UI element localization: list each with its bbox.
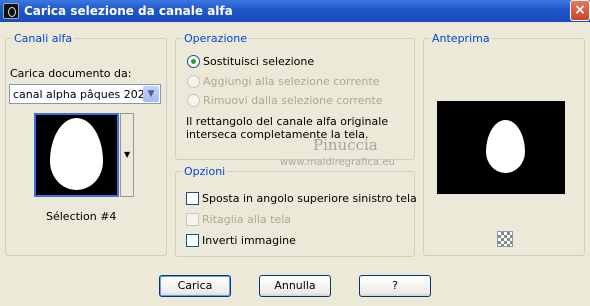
crop-to-canvas-checkbox[interactable] bbox=[186, 213, 199, 226]
load-document-label: Carica documento da: bbox=[10, 67, 132, 80]
move-top-left-label[interactable]: Sposta in angolo superiore sinistro tela bbox=[202, 192, 417, 205]
window-title: Carica selezione da canale alfa bbox=[24, 4, 233, 18]
remove-selection-radio[interactable] bbox=[187, 94, 200, 107]
options-label: Opzioni bbox=[182, 165, 228, 178]
channel-thumbnail[interactable] bbox=[34, 113, 119, 197]
caret-down-icon: ▼ bbox=[124, 150, 131, 159]
preview-canvas bbox=[437, 101, 565, 194]
move-top-left-checkbox[interactable] bbox=[186, 192, 199, 205]
add-selection-radio[interactable] bbox=[187, 75, 200, 88]
operation-label: Operazione bbox=[182, 32, 249, 45]
preview-label: Anteprima bbox=[430, 32, 492, 45]
egg-selection-shape bbox=[50, 118, 103, 190]
close-button[interactable]: × bbox=[570, 0, 590, 21]
watermark-name: Pinuccia bbox=[313, 136, 378, 154]
replace-selection-label[interactable]: Sostituisci selezione bbox=[203, 55, 314, 68]
info-text-line1: Il rettangolo del canale alfa originale bbox=[186, 115, 389, 128]
chevron-down-icon[interactable]: ▼ bbox=[143, 86, 159, 102]
selection-name: Sélection #4 bbox=[46, 210, 117, 223]
channel-dropdown-button[interactable]: ▼ bbox=[120, 113, 134, 197]
app-icon bbox=[3, 3, 19, 19]
document-select-value: canal alpha pâques 2021 bbox=[13, 88, 152, 101]
watermark-url: www.maidiregrafica.eu bbox=[280, 157, 395, 168]
remove-selection-label[interactable]: Rimuovi dalla selezione corrente bbox=[203, 94, 383, 107]
invert-image-label[interactable]: Inverti immagine bbox=[202, 234, 296, 247]
preview-egg-shape bbox=[486, 120, 525, 173]
title-bar: Carica selezione da canale alfa × bbox=[0, 0, 590, 22]
document-select[interactable]: canal alpha pâques 2021 ▼ bbox=[9, 84, 161, 104]
checkerboard-icon[interactable] bbox=[497, 231, 513, 247]
add-selection-label[interactable]: Aggiungi alla selezione corrente bbox=[203, 75, 379, 88]
load-button[interactable]: Carica bbox=[159, 275, 231, 297]
alpha-channels-label: Canali alfa bbox=[12, 32, 75, 45]
help-button[interactable]: ? bbox=[359, 275, 431, 297]
replace-selection-radio[interactable] bbox=[187, 55, 200, 68]
cancel-button[interactable]: Annulla bbox=[259, 275, 331, 297]
invert-image-checkbox[interactable] bbox=[186, 234, 199, 247]
crop-to-canvas-label[interactable]: Ritaglia alla tela bbox=[202, 213, 291, 226]
